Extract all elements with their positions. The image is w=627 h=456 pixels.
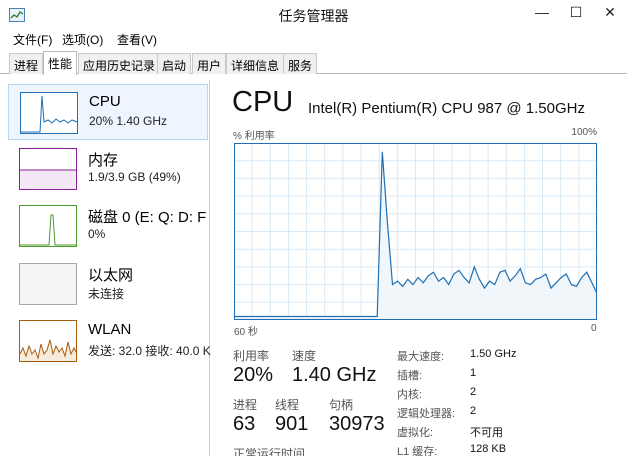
menu-file[interactable]: 文件(F): [13, 31, 52, 48]
disk-thumbnail-graph: [19, 205, 77, 247]
tab-details[interactable]: 详细信息: [226, 53, 285, 74]
spec-value: 1.50 GHz: [470, 348, 517, 360]
utilization-value: 20%: [233, 364, 274, 386]
ethernet-thumbnail-graph: [19, 263, 77, 305]
sidebar-item-subtitle: 未连接: [88, 287, 125, 301]
tab-app-history[interactable]: 应用历史记录: [78, 53, 161, 74]
speed-label: 速度: [292, 349, 317, 363]
sidebar-item-wlan[interactable]: WLAN 发送: 32.0 接收: 40.0 K: [8, 313, 211, 369]
graph-y-label: % 利用率: [233, 131, 275, 142]
uptime-label: 正常运行时间: [233, 447, 306, 456]
spec-label: 插槽:: [397, 370, 423, 382]
spec-value: 128 KB: [470, 443, 507, 455]
tab-performance[interactable]: 性能: [43, 51, 78, 75]
menu-options[interactable]: 选项(O): [62, 31, 103, 48]
graph-zero-label: 0: [591, 323, 597, 334]
threads-label: 线程: [275, 398, 300, 412]
graph-time-label: 60 秒: [234, 327, 258, 338]
sidebar-item-cpu[interactable]: CPU 20% 1.40 GHz: [8, 84, 208, 140]
cpu-model-name: Intel(R) Pentium(R) CPU 987 @ 1.50GHz: [308, 100, 585, 117]
spec-value: 2: [470, 386, 477, 398]
tab-services[interactable]: 服务: [283, 53, 318, 74]
spec-value: 1: [470, 367, 477, 379]
spec-label: 虚拟化:: [397, 427, 434, 439]
spec-label: 内核:: [397, 389, 423, 401]
handles-label: 句柄: [329, 398, 354, 412]
sidebar-item-subtitle: 20% 1.40 GHz: [89, 114, 168, 128]
menu-bar: 文件(F) 选项(O) 查看(V): [0, 28, 627, 50]
sidebar-item-memory[interactable]: 内存 1.9/3.9 GB (49%): [8, 141, 208, 197]
close-button[interactable]: ✕: [593, 0, 627, 24]
sidebar-item-subtitle: 1.9/3.9 GB (49%): [88, 170, 181, 184]
memory-thumbnail-graph: [19, 148, 77, 190]
sidebar-item-title: 内存: [88, 152, 119, 169]
sidebar-item-title: 以太网: [88, 267, 134, 284]
spec-label: 最大速度:: [397, 351, 445, 363]
spec-value: 不可用: [470, 427, 503, 439]
page-title: CPU: [232, 86, 294, 118]
processes-label: 进程: [233, 398, 258, 412]
tab-processes[interactable]: 进程: [9, 53, 44, 74]
spec-label: 逻辑处理器:: [397, 408, 456, 420]
cpu-thumbnail-graph: [20, 92, 78, 134]
tab-startup[interactable]: 启动: [157, 53, 192, 74]
sidebar-item-title: 磁盘 0 (E: Q: D: F: [88, 209, 207, 226]
sidebar-item-ethernet[interactable]: 以太网 未连接: [8, 256, 208, 312]
processes-value: 63: [233, 413, 256, 435]
maximize-button[interactable]: ☐: [559, 0, 593, 24]
sidebar-item-title: CPU: [89, 93, 121, 110]
minimize-button[interactable]: —: [525, 0, 559, 24]
graph-max-label: 100%: [571, 127, 597, 138]
title-bar: 任务管理器 — ☐ ✕: [0, 0, 627, 30]
utilization-label: 利用率: [233, 349, 270, 363]
wlan-thumbnail-graph: [19, 320, 77, 362]
cpu-detail-panel: CPU Intel(R) Pentium(R) CPU 987 @ 1.50GH…: [210, 74, 627, 456]
menu-view[interactable]: 查看(V): [117, 31, 157, 48]
threads-value: 901: [275, 413, 309, 435]
sidebar-item-subtitle: 发送: 32.0 接收: 40.0 K: [88, 344, 211, 358]
sidebar-item-disk[interactable]: 磁盘 0 (E: Q: D: F 0%: [8, 198, 208, 254]
handles-value: 30973: [329, 413, 385, 435]
tab-users[interactable]: 用户: [192, 53, 227, 74]
spec-label: L1 缓存:: [397, 446, 438, 456]
cpu-usage-graph: [234, 143, 597, 320]
spec-value: 2: [470, 405, 477, 417]
resource-sidebar: CPU 20% 1.40 GHz 内存 1.9/3.9 GB (49%) 磁盘 …: [8, 80, 211, 456]
sidebar-item-subtitle: 0%: [88, 227, 106, 241]
tab-bar: 进程 性能 应用历史记录 启动 用户 详细信息 服务: [0, 51, 627, 75]
sidebar-item-title: WLAN: [88, 321, 132, 338]
speed-value: 1.40 GHz: [292, 364, 377, 386]
